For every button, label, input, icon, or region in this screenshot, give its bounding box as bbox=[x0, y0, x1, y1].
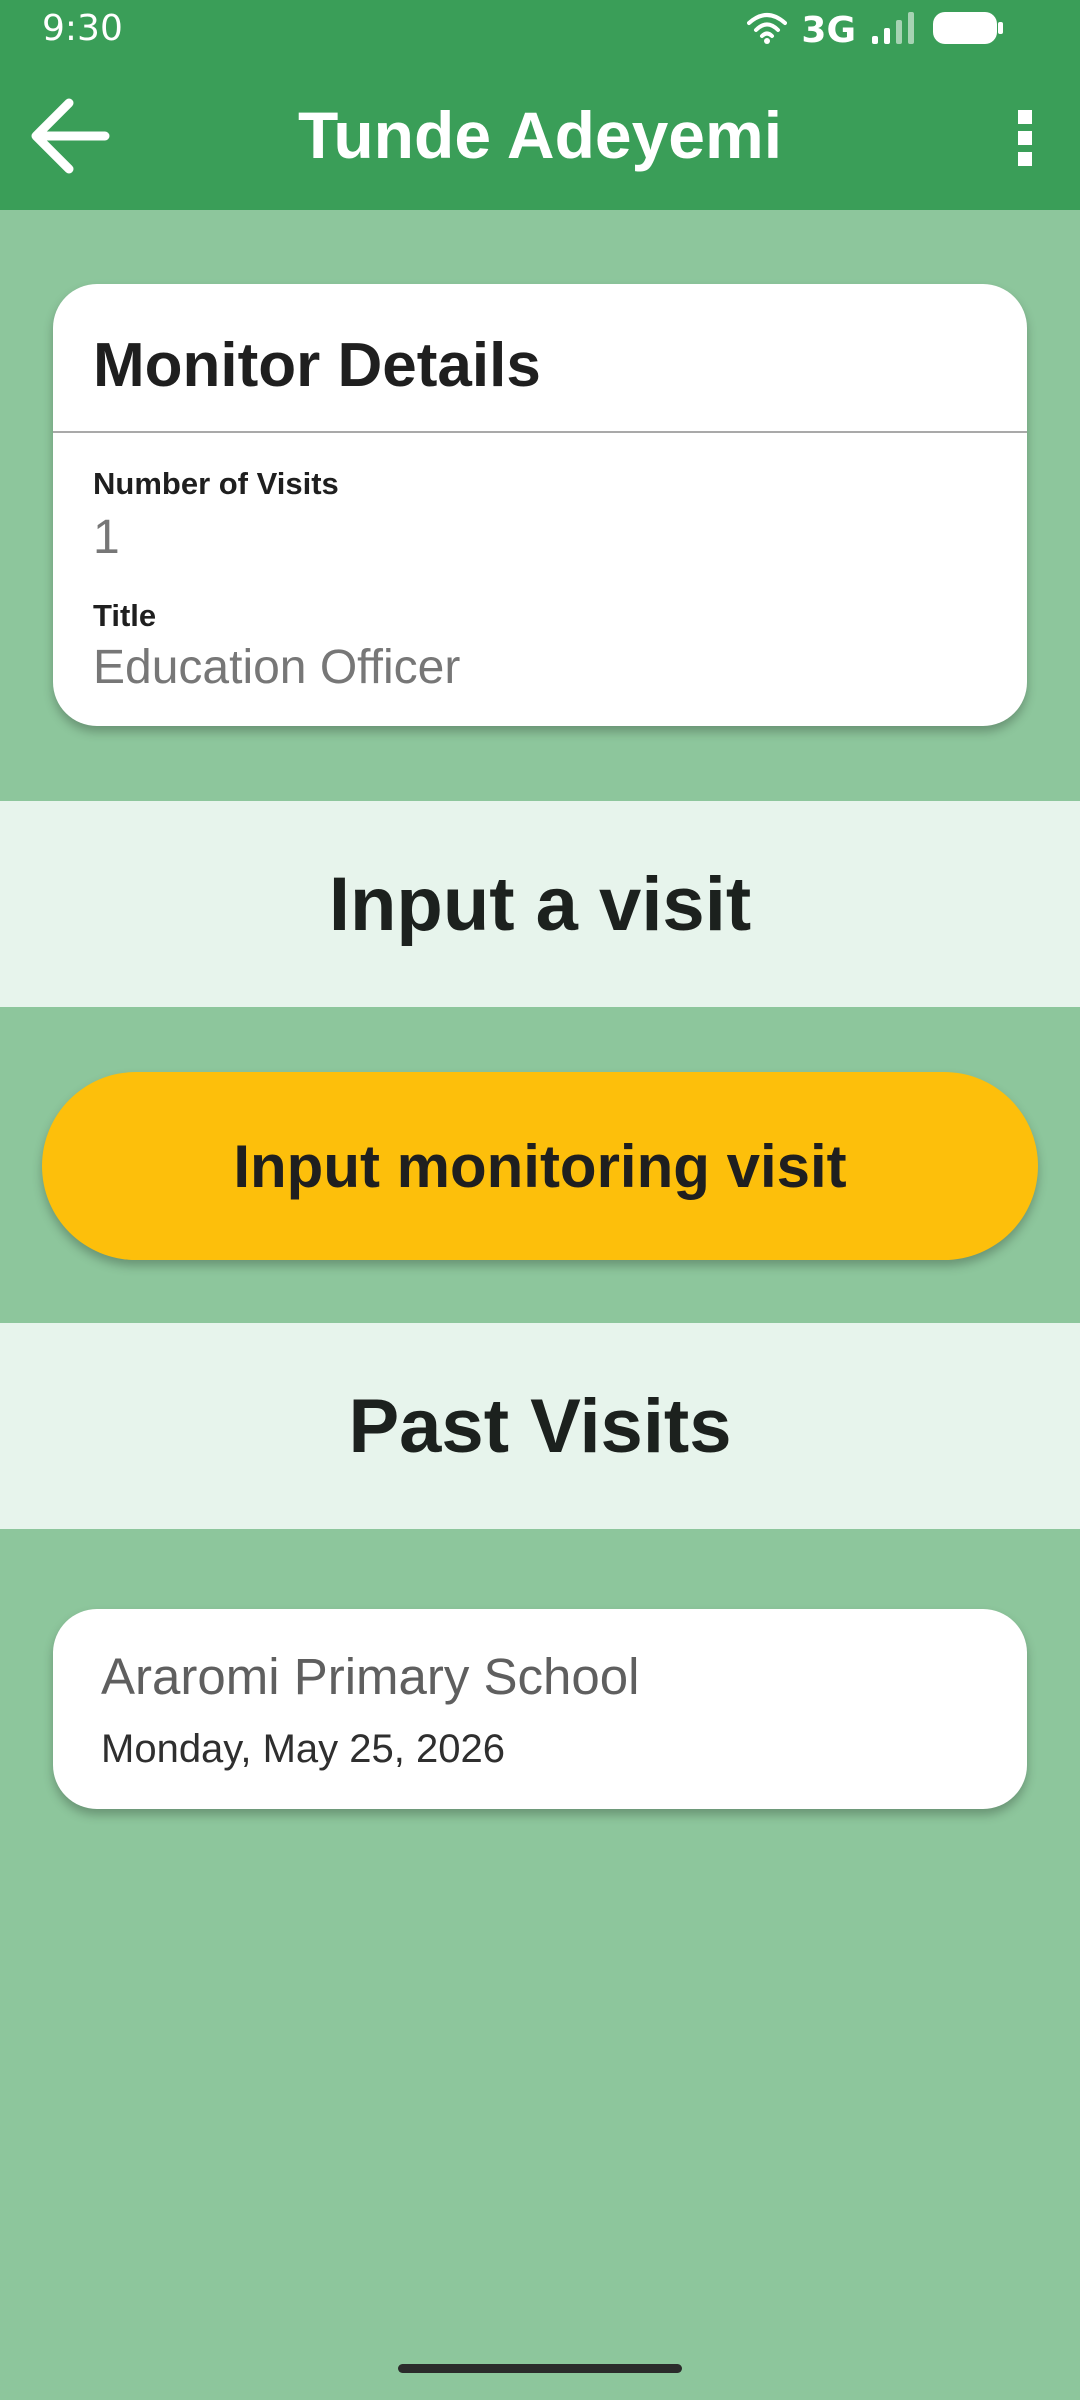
battery-icon bbox=[932, 10, 1004, 51]
monitor-details-heading: Monitor Details bbox=[93, 331, 541, 400]
more-options-button[interactable] bbox=[990, 100, 1060, 180]
input-visit-heading: Input a visit bbox=[328, 861, 752, 947]
home-indicator[interactable] bbox=[398, 2364, 682, 2373]
input-visit-section: Input a visit bbox=[0, 801, 1080, 1007]
status-bar: 9:30 3G bbox=[0, 0, 1080, 60]
visits-label: Number of Visits bbox=[93, 466, 339, 501]
back-button[interactable] bbox=[20, 88, 120, 188]
title-label: Title bbox=[93, 598, 157, 633]
visit-date: Monday, May 25, 2026 bbox=[101, 1727, 505, 1771]
more-vert-icon bbox=[1015, 108, 1035, 173]
visits-value: 1 bbox=[93, 511, 120, 564]
status-time: 9:30 bbox=[42, 8, 123, 49]
past-visits-heading: Past Visits bbox=[348, 1383, 732, 1469]
page-title: Tunde Adeyemi bbox=[297, 98, 783, 172]
wifi-icon bbox=[747, 11, 788, 50]
past-visit-card[interactable]: Araromi Primary School Monday, May 25, 2… bbox=[53, 1609, 1027, 1809]
arrow-left-icon bbox=[25, 91, 115, 186]
signal-icon bbox=[870, 10, 918, 51]
app-bar: Tunde Adeyemi bbox=[0, 60, 1080, 210]
card-divider bbox=[53, 431, 1027, 433]
network-type: 3G bbox=[801, 9, 856, 51]
monitor-details-card: Monitor Details Number of Visits 1 Title… bbox=[53, 284, 1027, 726]
past-visits-section: Past Visits bbox=[0, 1323, 1080, 1529]
input-monitoring-visit-button[interactable]: Input monitoring visit bbox=[42, 1072, 1038, 1260]
visit-school-name: Araromi Primary School bbox=[101, 1648, 640, 1705]
status-icons: 3G bbox=[747, 9, 1004, 51]
title-value: Education Officer bbox=[93, 641, 461, 694]
